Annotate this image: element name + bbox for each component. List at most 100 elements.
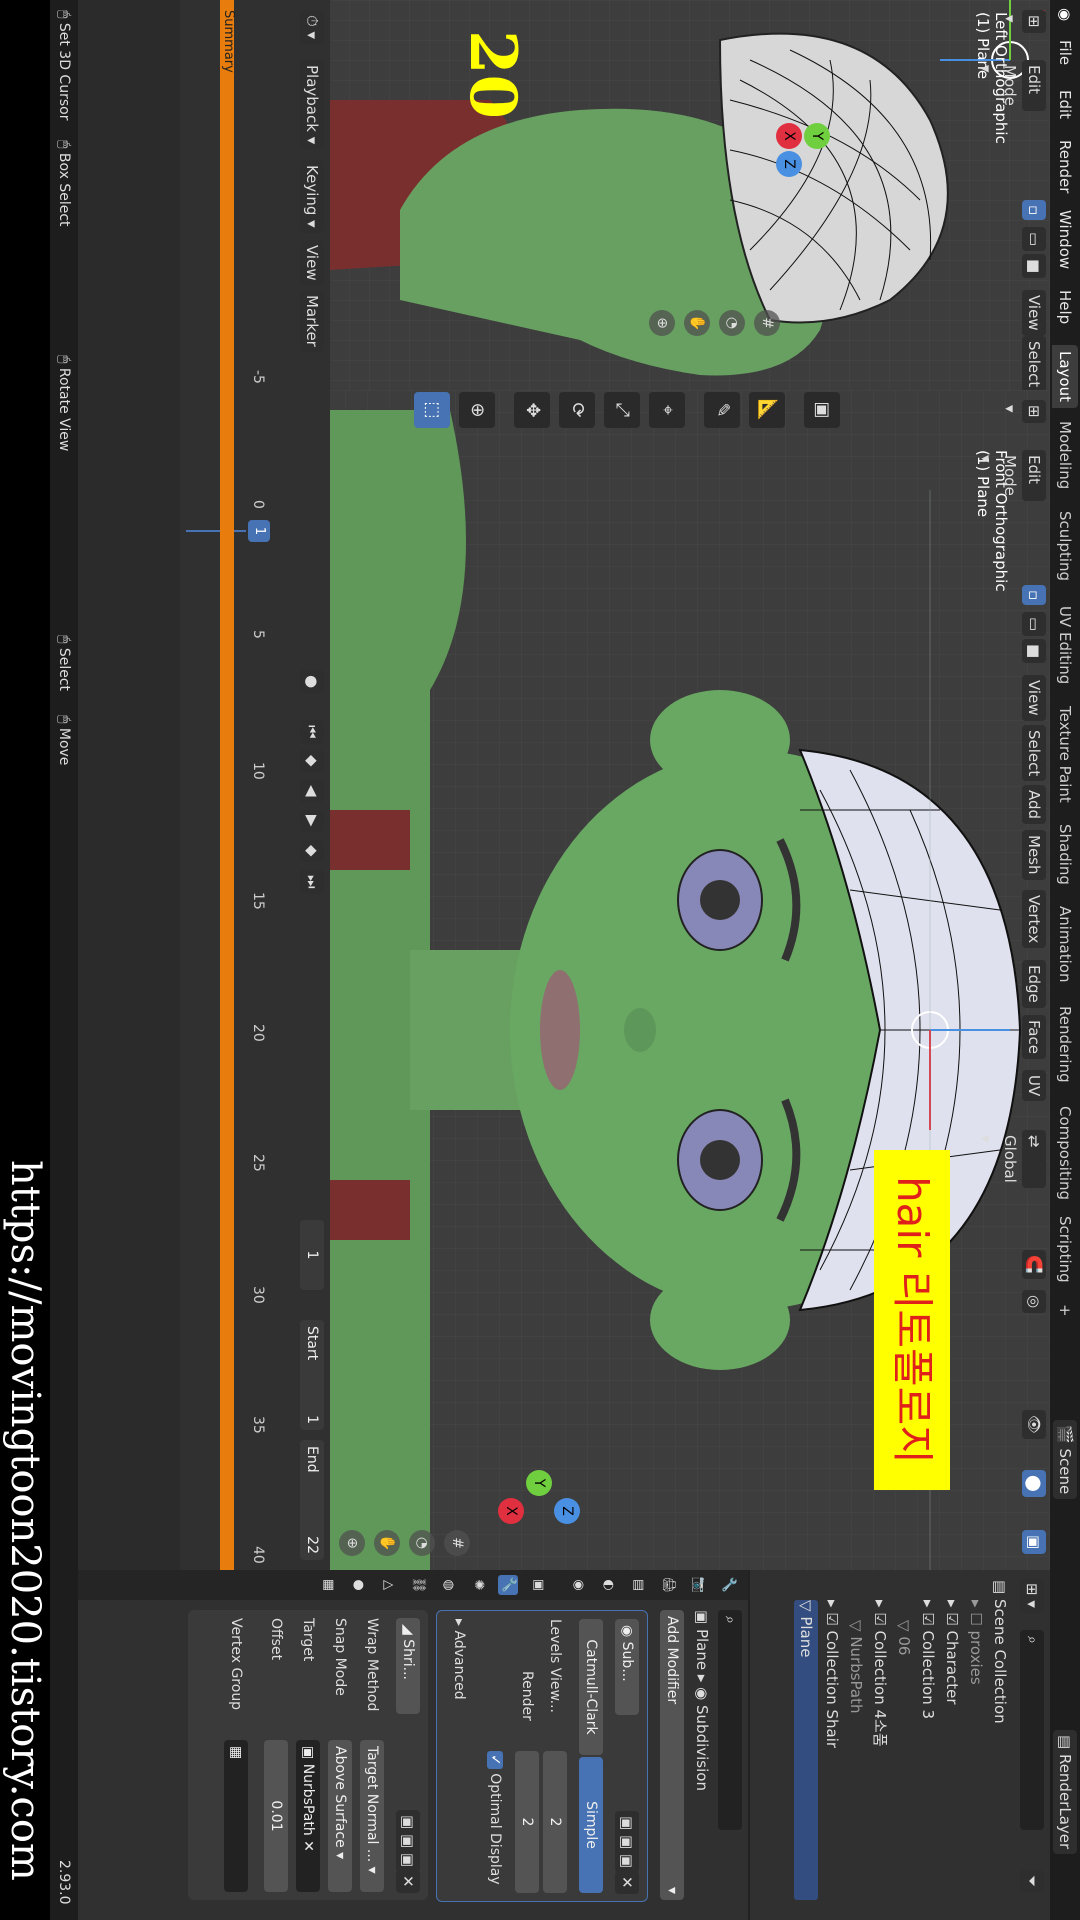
outliner-row[interactable]: ▸ ☑ Collection Shair bbox=[820, 1600, 844, 1748]
zoom-icon[interactable]: ⊕ bbox=[339, 1530, 365, 1556]
scene-tab-icon[interactable]: ◐ bbox=[598, 1575, 618, 1595]
tab-modeling[interactable]: Modeling bbox=[1052, 415, 1078, 495]
menu-uv[interactable]: UV bbox=[1022, 1070, 1046, 1102]
advanced-expander[interactable]: ▸ Advanced bbox=[447, 1619, 471, 1700]
data-tab-icon[interactable]: △ bbox=[378, 1575, 398, 1595]
outliner[interactable]: ⊞ ▾ ⌕ ⏷ ▤ Scene Collection ▸ ☐ proxies ▸… bbox=[750, 1570, 1050, 1920]
physics-tab-icon[interactable]: ◍ bbox=[438, 1575, 458, 1595]
add-modifier-dropdown[interactable]: Add Modifier ▾ bbox=[660, 1610, 684, 1900]
vertex-group-field[interactable]: ▦ bbox=[224, 1740, 248, 1892]
tab-layout[interactable]: Layout bbox=[1052, 345, 1078, 408]
editor-type-button[interactable]: ⊞ ▾ bbox=[1001, 400, 1046, 423]
filter-icon[interactable]: ⏷ bbox=[1020, 1870, 1044, 1893]
cursor-tool[interactable]: ⊕ bbox=[459, 392, 495, 428]
modifier-close-icon[interactable]: ✕ bbox=[615, 1871, 639, 1894]
menu-help[interactable]: Help bbox=[1056, 290, 1074, 324]
properties-editor[interactable]: 🔧 📷 🖨 ▤ ◐ ◉ ▣ 🔧 ✺ ◍ ⛓ △ ● ▦ ⌕ ▣ Plane ▸ … bbox=[28, 1570, 750, 1920]
particles-tab-icon[interactable]: ✺ bbox=[468, 1575, 488, 1595]
tab-animation[interactable]: Animation bbox=[1052, 900, 1078, 988]
ortho-grid-icon[interactable]: # bbox=[754, 310, 780, 336]
current-frame-field[interactable]: 1 bbox=[300, 1220, 324, 1290]
menu-render[interactable]: Render bbox=[1056, 140, 1074, 193]
target-field[interactable]: ▣ NurbsPath ✕ bbox=[296, 1740, 320, 1892]
zoom-icon[interactable]: ⊕ bbox=[649, 310, 675, 336]
face-select-icon[interactable]: ■ bbox=[1022, 639, 1046, 664]
start-frame-field[interactable]: Start 1 bbox=[300, 1320, 324, 1430]
left-viewport[interactable]: Left Orthographic (1) Plane 20 Y X Z # ◔… bbox=[330, 0, 1050, 390]
constraints-tab-icon[interactable]: ⛓ bbox=[408, 1575, 428, 1595]
menu-edit[interactable]: Edit bbox=[1056, 90, 1074, 119]
optimal-display-checkbox[interactable]: ✓ Optimal Display bbox=[483, 1751, 507, 1885]
view-layer-tab-icon[interactable]: ▤ bbox=[628, 1575, 648, 1595]
offset-field[interactable]: 0.01 bbox=[264, 1740, 288, 1892]
output-tab-icon[interactable]: 🖨 bbox=[658, 1575, 678, 1595]
z-axis-icon[interactable]: Z bbox=[554, 1498, 580, 1524]
xray-icon[interactable]: ▣ bbox=[1022, 1530, 1046, 1555]
outliner-row[interactable]: ▸ ☑ Collection 3 bbox=[916, 1600, 940, 1719]
subdivision-name-field[interactable]: ◉ Sub... bbox=[615, 1619, 639, 1715]
proportional-edit-icon[interactable]: ◎ bbox=[1022, 1290, 1046, 1314]
world-tab-icon[interactable]: ◉ bbox=[568, 1575, 588, 1595]
catmull-clark-button[interactable]: Catmull-Clark bbox=[579, 1619, 603, 1755]
add-workspace-button[interactable]: + bbox=[1052, 1298, 1078, 1323]
tab-rendering[interactable]: Rendering bbox=[1052, 1000, 1078, 1089]
y-axis-icon[interactable]: Y bbox=[804, 123, 830, 149]
menu-face[interactable]: Face bbox=[1022, 1015, 1046, 1059]
main-viewport[interactable]: ⬚ ⊕ ✥ ⟳ ⤢ ⌖ ✎ 📐 ▣ Front Orthographic (1)… bbox=[330, 390, 1050, 1570]
menu-add[interactable]: Add bbox=[1022, 785, 1046, 825]
visibility-icon[interactable]: 👁 bbox=[1022, 1410, 1046, 1440]
tab-uv-editing[interactable]: UV Editing bbox=[1052, 600, 1078, 690]
outliner-row[interactable]: ▽ NurbsPath bbox=[844, 1620, 868, 1714]
record-icon[interactable]: ● bbox=[300, 670, 324, 694]
outliner-editor-type[interactable]: ⊞ ▾ bbox=[1020, 1578, 1044, 1613]
left-mode-dropdown[interactable]: Edit Mode ▾ bbox=[977, 60, 1046, 111]
menu-mesh[interactable]: Mesh bbox=[1022, 830, 1046, 880]
wrap-method-dropdown[interactable]: Target Normal ... ▾ bbox=[360, 1740, 384, 1892]
tab-scripting[interactable]: Scripting bbox=[1052, 1210, 1078, 1289]
levels-viewport-field[interactable]: 2 bbox=[543, 1751, 567, 1893]
outliner-row[interactable]: ▸ ☐ proxies bbox=[964, 1600, 988, 1685]
outliner-row[interactable]: ▤ Scene Collection bbox=[988, 1580, 1012, 1724]
vertex-select-icon[interactable]: ▫ bbox=[1022, 585, 1046, 606]
menu-vertex[interactable]: Vertex bbox=[1022, 890, 1046, 949]
simple-button[interactable]: Simple bbox=[579, 1757, 603, 1893]
playhead-marker[interactable]: 1 bbox=[248, 520, 270, 542]
main-mode-dropdown[interactable]: Edit Mode ▾ bbox=[977, 450, 1046, 501]
material-tab-icon[interactable]: ● bbox=[348, 1575, 368, 1595]
x-axis-icon[interactable]: X bbox=[498, 1498, 524, 1524]
outliner-row[interactable]: ▸ ☑ Character bbox=[940, 1600, 964, 1705]
jump-start-icon[interactable]: ⏮ bbox=[300, 720, 324, 744]
render-tab-icon[interactable]: 📷 bbox=[688, 1575, 708, 1595]
main-navigation-gizmo[interactable]: Z Y X bbox=[498, 1470, 580, 1550]
add-cube-tool[interactable]: ▣ bbox=[804, 392, 840, 428]
tab-texture-paint[interactable]: Texture Paint bbox=[1052, 700, 1078, 809]
menu-window[interactable]: Window bbox=[1056, 210, 1074, 269]
face-select-icon[interactable]: ■ bbox=[1022, 254, 1046, 279]
modifier-close-icon[interactable]: ✕ bbox=[396, 1870, 420, 1893]
blender-logo-icon[interactable]: ◉ bbox=[1056, 8, 1074, 21]
menu-file[interactable]: File bbox=[1056, 40, 1074, 65]
timeline-editor-type[interactable]: ⏱ ▾ bbox=[300, 10, 324, 44]
camera-view-icon[interactable]: ◔ bbox=[409, 1530, 435, 1556]
modifier-display-icons[interactable]: ▣ ▣ ▣ bbox=[615, 1811, 639, 1874]
scene-selector[interactable]: 🎬 Scene bbox=[1053, 1420, 1077, 1500]
left-view-menu[interactable]: View bbox=[1022, 290, 1046, 336]
properties-search-input[interactable]: ⌕ bbox=[718, 1610, 742, 1830]
outliner-row-selected[interactable]: ▽ Plane bbox=[794, 1600, 818, 1900]
tab-sculpting[interactable]: Sculpting bbox=[1052, 505, 1078, 587]
modifier-tab-icon[interactable]: 🔧 bbox=[498, 1575, 518, 1595]
left-select-menu[interactable]: Select bbox=[1022, 336, 1046, 393]
jump-end-icon[interactable]: ⏭ bbox=[300, 870, 324, 894]
tab-compositing[interactable]: Compositing bbox=[1052, 1100, 1078, 1206]
menu-view[interactable]: View bbox=[1022, 675, 1046, 721]
texture-tab-icon[interactable]: ▦ bbox=[318, 1575, 338, 1595]
shrinkwrap-name-field[interactable]: ◢ Shri... bbox=[396, 1618, 420, 1714]
scale-tool[interactable]: ⤢ bbox=[604, 392, 640, 428]
navigation-gizmo[interactable]: Y X Z bbox=[750, 95, 830, 177]
view-layer-selector[interactable]: ▤ RenderLayer bbox=[1053, 1730, 1077, 1855]
prev-key-icon[interactable]: ◆ bbox=[300, 750, 324, 772]
snap-mode-dropdown[interactable]: Above Surface ▾ bbox=[328, 1740, 352, 1892]
editor-type-button[interactable]: ⊞ ▾ bbox=[1001, 10, 1046, 33]
end-frame-field[interactable]: End 22 bbox=[300, 1440, 324, 1560]
outliner-row[interactable]: ▸ ☑ Collection 4소품 bbox=[868, 1600, 892, 1747]
